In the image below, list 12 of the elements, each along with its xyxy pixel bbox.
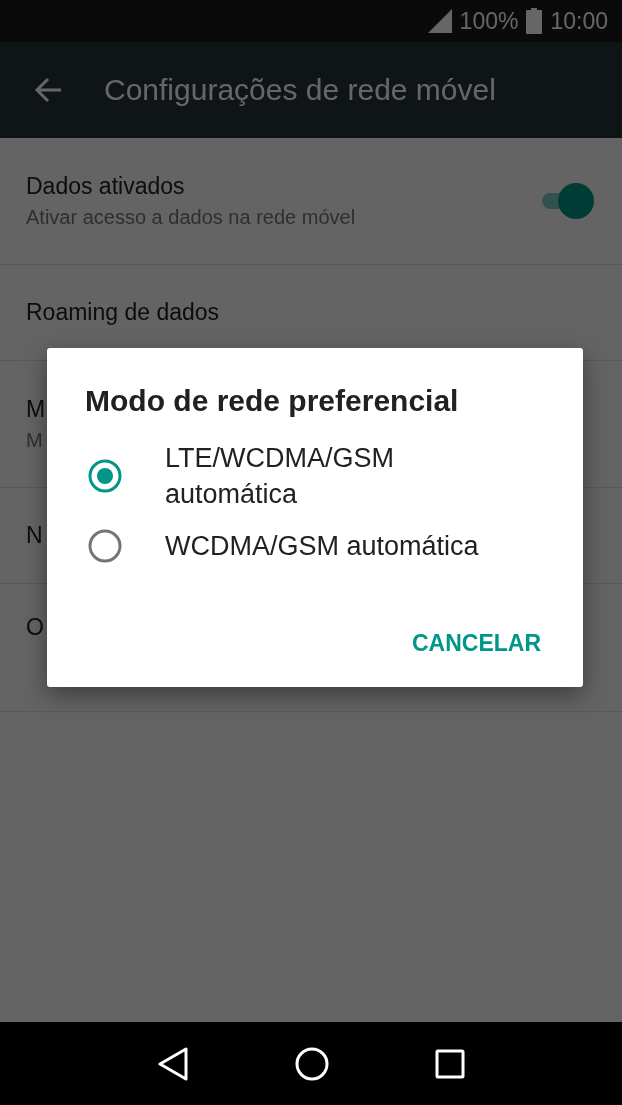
cancel-button[interactable]: CANCELAR — [399, 622, 553, 665]
setting-title: Roaming de dados — [26, 299, 220, 326]
clock: 10:00 — [550, 7, 608, 35]
battery-percent: 100% — [459, 7, 519, 35]
setting-title: N — [26, 522, 43, 549]
dialog-title: Modo de rede preferencial — [85, 384, 460, 418]
option-label[interactable]: LTE/WCDMA/GSM automática — [165, 440, 495, 512]
setting-title: O — [26, 614, 44, 641]
option-label[interactable]: WCDMA/GSM automática — [165, 528, 479, 564]
setting-title: M — [26, 396, 46, 423]
setting-title: Dados ativados — [26, 173, 185, 200]
toolbar-title: Configurações de rede móvel — [104, 73, 496, 107]
